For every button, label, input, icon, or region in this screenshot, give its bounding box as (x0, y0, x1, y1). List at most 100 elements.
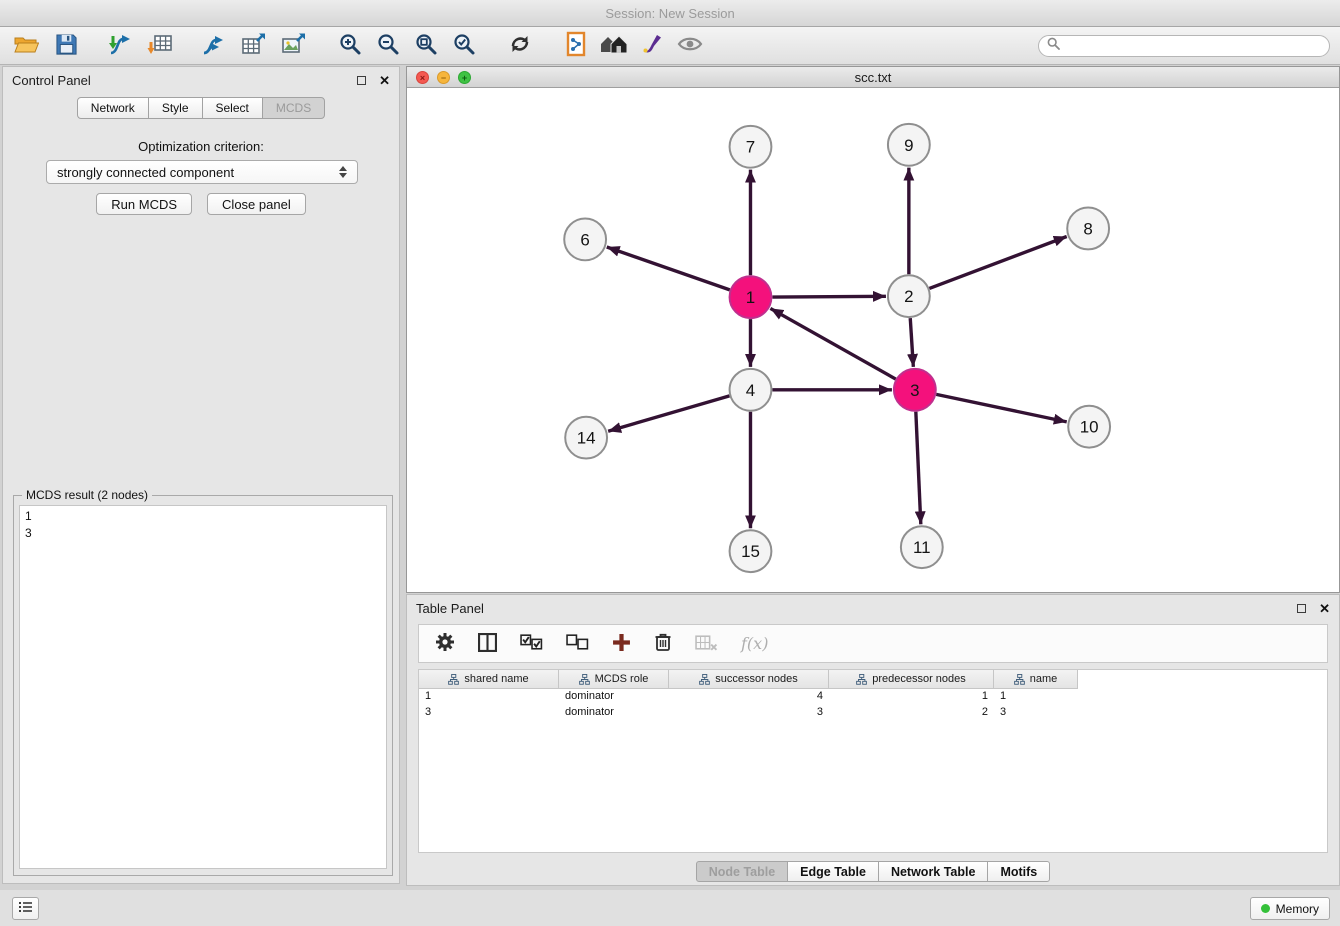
run-mcds-button[interactable]: Run MCDS (96, 193, 192, 215)
float-panel-icon[interactable] (357, 76, 366, 85)
show-hide-details-button[interactable] (674, 29, 706, 63)
select-all-icon (520, 634, 543, 654)
plus-icon (612, 633, 631, 655)
table-settings-button[interactable] (435, 632, 455, 655)
column-header-label: shared name (464, 673, 528, 685)
graph-edge-1-2[interactable] (772, 296, 886, 297)
search-input[interactable] (1065, 39, 1321, 53)
zoom-selected-button[interactable] (448, 29, 480, 63)
close-panel-icon[interactable]: ✕ (379, 74, 390, 87)
import-table-button[interactable] (144, 29, 176, 63)
graph-node-6[interactable]: 6 (564, 218, 606, 260)
close-panel-button[interactable]: Close panel (207, 193, 306, 215)
graph-edge-3-10[interactable] (936, 394, 1066, 421)
graph-node-11[interactable]: 11 (901, 526, 943, 568)
add-column-button[interactable] (612, 633, 631, 655)
window-controls: × − + (416, 71, 471, 84)
svg-text:6: 6 (580, 230, 589, 249)
annotations-icon (640, 32, 664, 59)
control-panel-tabs: Network Style Select MCDS (3, 97, 399, 119)
deselect-all-button[interactable] (566, 634, 589, 654)
close-window-button[interactable]: × (416, 71, 429, 84)
open-session-icon (13, 32, 39, 59)
criterion-select[interactable]: strongly connected component (46, 160, 358, 184)
zoom-fit-button[interactable] (410, 29, 442, 63)
zoom-in-icon (338, 32, 362, 59)
table-row[interactable]: 1dominator411 (419, 689, 1327, 705)
graph-node-10[interactable]: 10 (1068, 406, 1110, 448)
table-panel-title: Table Panel (416, 601, 484, 616)
node-table: shared name MCDS rolesuccessor nodesprede… (418, 669, 1328, 853)
table-tab-motifs[interactable]: Motifs (987, 861, 1050, 882)
select-all-button[interactable] (520, 634, 543, 654)
table-row[interactable]: 3dominator323 (419, 705, 1327, 721)
graph-node-2[interactable]: 2 (888, 275, 930, 317)
network-window-titlebar[interactable]: scc.txt × − + (407, 67, 1339, 88)
table-tab-node-table[interactable]: Node Table (696, 861, 788, 882)
column-header-predecessor-nodes[interactable]: predecessor nodes (829, 670, 994, 689)
graph-node-14[interactable]: 14 (565, 417, 607, 459)
svg-text:7: 7 (746, 138, 755, 157)
graph-node-7[interactable]: 7 (730, 126, 772, 168)
first-neighbors-button[interactable] (598, 29, 630, 63)
task-list-icon (19, 901, 33, 916)
import-network-button[interactable] (104, 29, 136, 63)
minimize-window-button[interactable]: − (437, 71, 450, 84)
table-panel-tabs: Node TableEdge TableNetwork TableMotifs (407, 861, 1339, 882)
column-type-icon (856, 674, 867, 685)
memory-button[interactable]: Memory (1250, 897, 1330, 920)
graph-node-8[interactable]: 8 (1067, 208, 1109, 250)
create-network-from-selection-button[interactable] (560, 29, 592, 63)
memory-label: Memory (1276, 902, 1319, 916)
zoom-in-button[interactable] (334, 29, 366, 63)
maximize-window-button[interactable]: + (458, 71, 471, 84)
graph-node-9[interactable]: 9 (888, 124, 930, 166)
column-header-MCDS-role[interactable]: MCDS role (559, 670, 669, 689)
svg-text:9: 9 (904, 136, 913, 155)
table-tab-network-table[interactable]: Network Table (878, 861, 989, 882)
tab-select[interactable]: Select (202, 97, 263, 119)
search-box[interactable] (1038, 35, 1330, 57)
graph-edge-3-1[interactable] (770, 308, 895, 379)
graph-edge-4-14[interactable] (608, 396, 729, 431)
graph-edge-3-11[interactable] (916, 412, 921, 525)
column-header-shared-name[interactable]: shared name (419, 670, 559, 689)
svg-text:1: 1 (746, 288, 755, 307)
column-header-name[interactable]: name (994, 670, 1078, 689)
export-table-icon (241, 32, 267, 60)
graph-node-4[interactable]: 4 (730, 369, 772, 411)
table-cell: dominator (559, 705, 669, 721)
function-builder-button[interactable]: f(x) (741, 634, 768, 653)
table-cell: 3 (419, 705, 559, 721)
table-tab-edge-table[interactable]: Edge Table (787, 861, 879, 882)
column-header-successor-nodes[interactable]: successor nodes (669, 670, 829, 689)
tab-network[interactable]: Network (77, 97, 149, 119)
open-session-button[interactable] (10, 29, 42, 63)
close-table-panel-icon[interactable]: ✕ (1319, 602, 1330, 615)
column-type-icon (579, 674, 590, 685)
tab-mcds[interactable]: MCDS (262, 97, 325, 119)
mcds-result-list[interactable]: 1 3 (19, 505, 387, 869)
annotations-button[interactable] (636, 29, 668, 63)
network-canvas[interactable]: 7 9 6 8 1 2 4 3 14 10 15 11 (407, 88, 1339, 592)
graph-node-1[interactable]: 1 (730, 276, 772, 318)
graph-edge-2-8[interactable] (929, 237, 1066, 289)
save-session-button[interactable] (50, 29, 82, 63)
show-hide-graphics-details-icon (677, 32, 703, 59)
export-table-button[interactable] (238, 29, 270, 63)
export-image-button[interactable] (278, 29, 310, 63)
zoom-out-button[interactable] (372, 29, 404, 63)
svg-text:14: 14 (577, 429, 596, 448)
graph-edge-1-6[interactable] (607, 247, 730, 290)
graph-node-15[interactable]: 15 (730, 530, 772, 572)
show-columns-button[interactable] (478, 633, 497, 655)
task-history-button[interactable] (12, 897, 39, 920)
new-network-button[interactable] (198, 29, 230, 63)
delete-table-button[interactable] (695, 634, 718, 654)
graph-edge-2-3[interactable] (910, 318, 913, 367)
float-table-panel-icon[interactable] (1297, 604, 1306, 613)
graph-node-3[interactable]: 3 (894, 369, 936, 411)
tab-style[interactable]: Style (148, 97, 203, 119)
refresh-view-button[interactable] (504, 29, 536, 63)
delete-column-button[interactable] (654, 632, 672, 655)
